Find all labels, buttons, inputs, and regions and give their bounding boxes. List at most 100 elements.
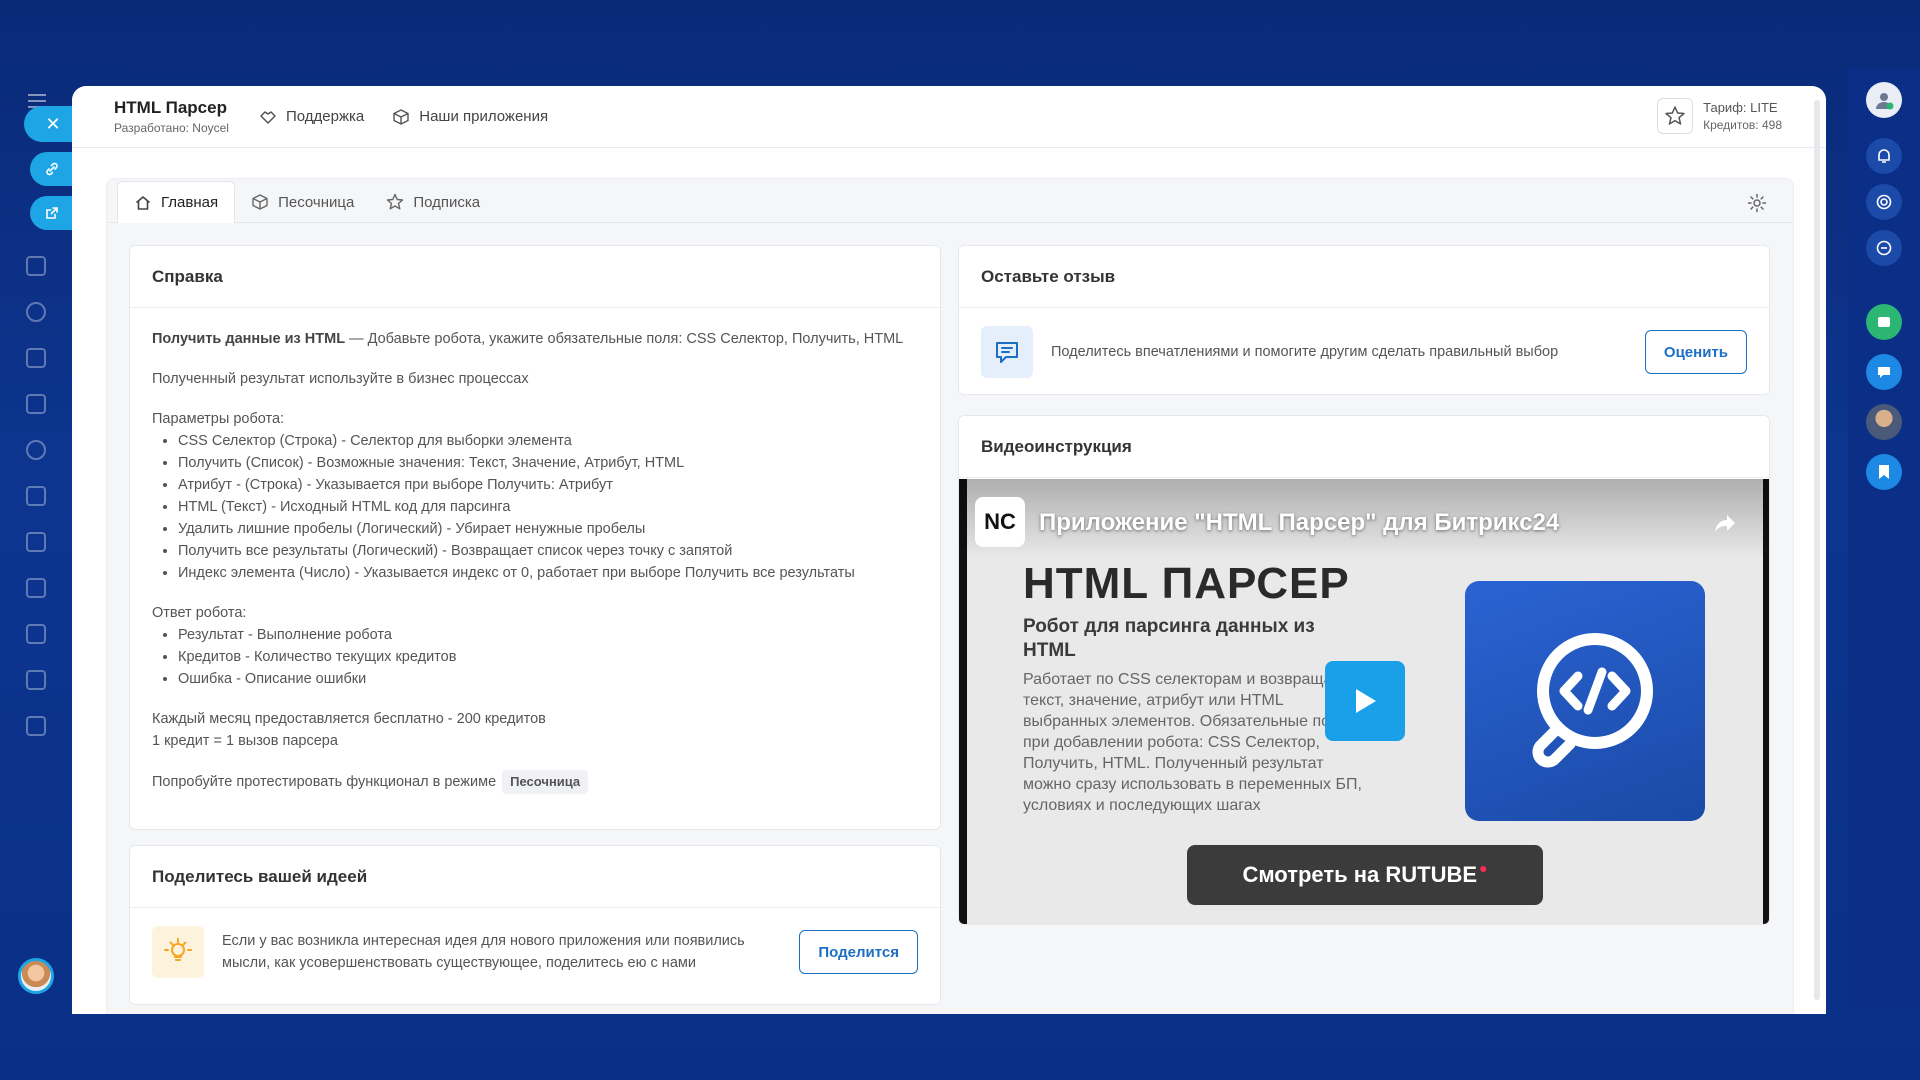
list-item: Кредитов - Количество текущих кредитов (178, 646, 918, 668)
tariff-plan: Тариф: LITE (1703, 100, 1778, 116)
scrollbar[interactable] (1814, 100, 1820, 1000)
star-icon (387, 193, 404, 210)
tab-subscription[interactable]: Подписка (370, 182, 496, 222)
right-rail (1848, 68, 1920, 1010)
share-icon[interactable] (1713, 513, 1737, 533)
list-item: Получить (Список) - Возможные значения: … (178, 452, 918, 474)
help-usage: Полученный результат используйте в бизне… (152, 371, 529, 387)
marketing-icon[interactable] (26, 440, 46, 460)
user-avatar[interactable] (18, 958, 54, 994)
app-title: HTML Парсер (114, 98, 227, 117)
video-description: Работает по CSS селекторам и возвращает … (1023, 671, 1362, 814)
analytics-icon[interactable] (26, 624, 46, 644)
parser-logo (1465, 581, 1705, 821)
support-label: Поддержка (285, 108, 365, 125)
star-icon (1657, 98, 1694, 134)
free-credits-line: Каждый месяц предоставляется бесплатно -… (152, 711, 546, 727)
params-list: CSS Селектор (Строка) - Селектор для выб… (178, 430, 918, 584)
sandbox-chip[interactable]: Песочница (502, 770, 589, 794)
box-icon (393, 108, 409, 125)
tariff-widget[interactable]: Тариф: LITE Кредитов: 498 (1657, 98, 1782, 134)
green-chat-icon[interactable] (1866, 304, 1902, 340)
notifications-icon[interactable] (1866, 138, 1902, 174)
idea-card: Поделитесь вашей идеей Если у вас возник… (129, 845, 941, 1005)
help-intro-rest: — Добавьте робота, укажите обязательные … (345, 331, 904, 347)
response-title: Ответ робота: (152, 605, 247, 621)
gear-icon[interactable] (1747, 193, 1767, 213)
tariff-credits: Кредитов: 498 (1703, 117, 1782, 132)
list-item: Индекс элемента (Число) - Указывается ин… (178, 562, 918, 584)
idea-text: Если у вас возникла интересная идея для … (222, 933, 745, 971)
list-item: Получить все результаты (Логический) - В… (178, 540, 918, 562)
tasks-icon[interactable] (26, 256, 46, 276)
app-developer: Разработано: Noycel (114, 121, 229, 135)
external-link-icon (46, 207, 58, 219)
share-idea-button[interactable]: Поделится (799, 930, 918, 974)
video-title[interactable]: Приложение "HTML Парсер" для Битрикс24 (1039, 509, 1559, 537)
watch-on-rutube-button[interactable]: Смотреть на RUTUBE ● (1187, 845, 1543, 905)
tab-subscription-label: Подписка (413, 193, 481, 211)
list-item: Удалить лишние пробелы (Логический) - Уб… (178, 518, 918, 540)
try-text: Попробуйте протестировать функционал в р… (152, 774, 497, 790)
tab-main[interactable]: Главная (117, 181, 236, 223)
review-card: Оставьте отзыв Поделитесь впечатлениями … (958, 245, 1770, 395)
help-card: Справка Получить данные из HTML — Добавь… (129, 245, 941, 830)
video-section-title: Видеоинструкция (959, 416, 1769, 478)
video-heading: HTML ПАРСЕР (1023, 559, 1350, 608)
tab-main-label: Главная (161, 194, 219, 211)
list-item: Результат - Выполнение робота (178, 624, 918, 646)
pen-icon[interactable] (26, 578, 46, 598)
bookmark-icon[interactable] (1866, 454, 1902, 490)
close-slider-button[interactable]: ✕ (24, 106, 76, 142)
home-icon (135, 195, 151, 210)
watch-on-rutube-label: Смотреть на RUTUBE (1242, 862, 1478, 887)
idea-title: Поделитесь вашей идеей (130, 846, 940, 908)
support-link[interactable]: Поддержка (259, 108, 364, 126)
top-nav: Поддержка Наши приложения (259, 108, 548, 126)
rate-button[interactable]: Оценить (1644, 330, 1747, 374)
response-list: Результат - Выполнение робота Кредитов -… (178, 624, 918, 690)
rutube-dot: ● (1479, 860, 1488, 876)
help-intro: Получить данные из HTML — Добавьте робот… (152, 328, 918, 350)
messages-icon[interactable] (1866, 354, 1902, 390)
video-player[interactable]: NC Приложение "HTML Парсер" для Битрикс2… (959, 479, 1769, 924)
tab-sandbox[interactable]: Песочница (235, 182, 370, 222)
our-apps-link[interactable]: Наши приложения (392, 108, 548, 126)
open-new-window-button[interactable] (30, 196, 74, 230)
content-area: Главная Песочница Подписка Справка Получ… (106, 178, 1794, 1014)
tab-sandbox-label: Песочница (278, 193, 355, 211)
chat-bubble-icon (981, 326, 1033, 378)
params-title: Параметры робота: (152, 411, 285, 427)
play-icon (1356, 689, 1376, 713)
help-intro-bold: Получить данные из HTML (152, 331, 346, 347)
knowledge-icon[interactable] (26, 532, 46, 552)
list-item: Ошибка - Описание ошибки (178, 668, 918, 690)
try-sandbox-line: Попробуйте протестировать функционал в р… (152, 770, 918, 794)
store-icon[interactable] (26, 394, 46, 414)
help-title: Справка (130, 246, 940, 308)
copy-link-button[interactable] (30, 152, 74, 186)
review-title: Оставьте отзыв (959, 246, 1769, 308)
automation-icon[interactable] (26, 716, 46, 736)
list-item: HTML (Текст) - Исходный HTML код для пар… (178, 496, 918, 518)
lightbulb-icon (152, 926, 204, 978)
calendar-icon[interactable] (26, 348, 46, 368)
app-header: HTML Парсер Разработано: Noycel Поддержк… (72, 86, 1826, 148)
app-brand: HTML Парсер Разработано: Noycel (114, 98, 229, 135)
link-icon (46, 162, 58, 176)
channel-logo[interactable]: NC (975, 497, 1025, 547)
list-item: Атрибут - (Строка) - Указывается при выб… (178, 474, 918, 496)
app-panel: HTML Парсер Разработано: Noycel Поддержк… (72, 86, 1826, 1014)
crm-icon[interactable] (26, 302, 46, 322)
sites-icon[interactable] (26, 670, 46, 690)
our-apps-label: Наши приложения (419, 108, 549, 125)
cube-icon (252, 194, 268, 210)
contact-avatar-icon[interactable] (1866, 404, 1902, 440)
search-chat-icon[interactable] (1866, 230, 1902, 266)
credit-line: 1 кредит = 1 вызов парсера (152, 733, 338, 749)
profile-icon[interactable] (1866, 82, 1902, 118)
list-item: CSS Селектор (Строка) - Селектор для выб… (178, 430, 918, 452)
cart-icon[interactable] (26, 486, 46, 506)
target-icon[interactable] (1866, 184, 1902, 220)
play-button[interactable] (1325, 661, 1405, 741)
